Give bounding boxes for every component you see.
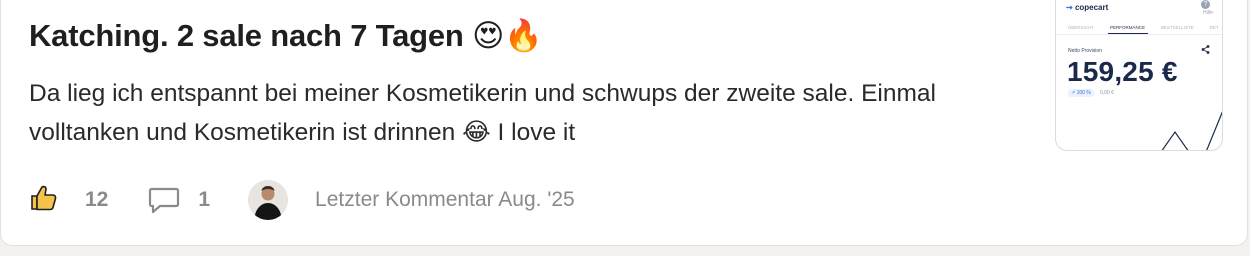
logo-text: copecart [1074,3,1109,12]
revenue-amount: 159,25 € [1067,56,1178,87]
post-body: Da lieg ich entspannt bei meiner Kosmeti… [29,75,1019,152]
post-title-text: Katching. 2 sale nach 7 Tagen [29,18,464,53]
post-attachment-thumbnail[interactable]: ⇝ copecart ? Hilfe ÜBERSICHT PERFORMANCE… [1055,0,1223,151]
thumbnail-tabs: ÜBERSICHT PERFORMANCE BESTSELLISTE RET [1068,25,1222,30]
comment-icon[interactable] [148,186,180,214]
thumbnail-tab: BESTSELLISTE [1161,25,1194,30]
percent-badge: ↗ 100 % [1068,89,1094,97]
body-line-2: volltanken und Kosmetikerin ist drinnen [29,119,456,146]
revenue-label: Netto Provision [1068,48,1102,54]
thumbnail-tab-active: PERFORMANCE [1110,25,1146,30]
help-label: Hilfe [1202,10,1213,16]
thumbnail-tab: ÜBERSICHT [1068,25,1095,30]
commenter-avatar[interactable] [248,180,289,220]
thumbnail-divider [1056,34,1222,35]
title-emojis: 😍🔥 [472,18,543,54]
likes-count[interactable]: 12 [85,188,108,212]
small-amount: 0,00 € [1100,90,1114,96]
post-title[interactable]: Katching. 2 sale nach 7 Tagen 😍🔥 [29,17,543,54]
share-icon [1201,45,1210,56]
post-card[interactable]: Katching. 2 sale nach 7 Tagen 😍🔥 Da lieg… [0,0,1248,246]
help-icon: ? [1201,0,1210,9]
body-emoji: 😂 [462,117,491,146]
body-line-1: Da lieg ich entspannt bei meiner Kosmeti… [29,80,936,107]
post-footer: 12 1 Letzter Kommentar Aug. '25 [29,179,575,221]
last-comment-date: Letzter Kommentar Aug. '25 [315,188,575,211]
thumbnail-tab: RET [1209,25,1219,30]
sparkline [1161,111,1222,150]
copecart-logo: ⇝ copecart [1066,3,1109,12]
thumbs-up-icon[interactable] [29,183,59,213]
body-tail: I love it [497,119,576,146]
comments-count[interactable]: 1 [198,188,210,212]
